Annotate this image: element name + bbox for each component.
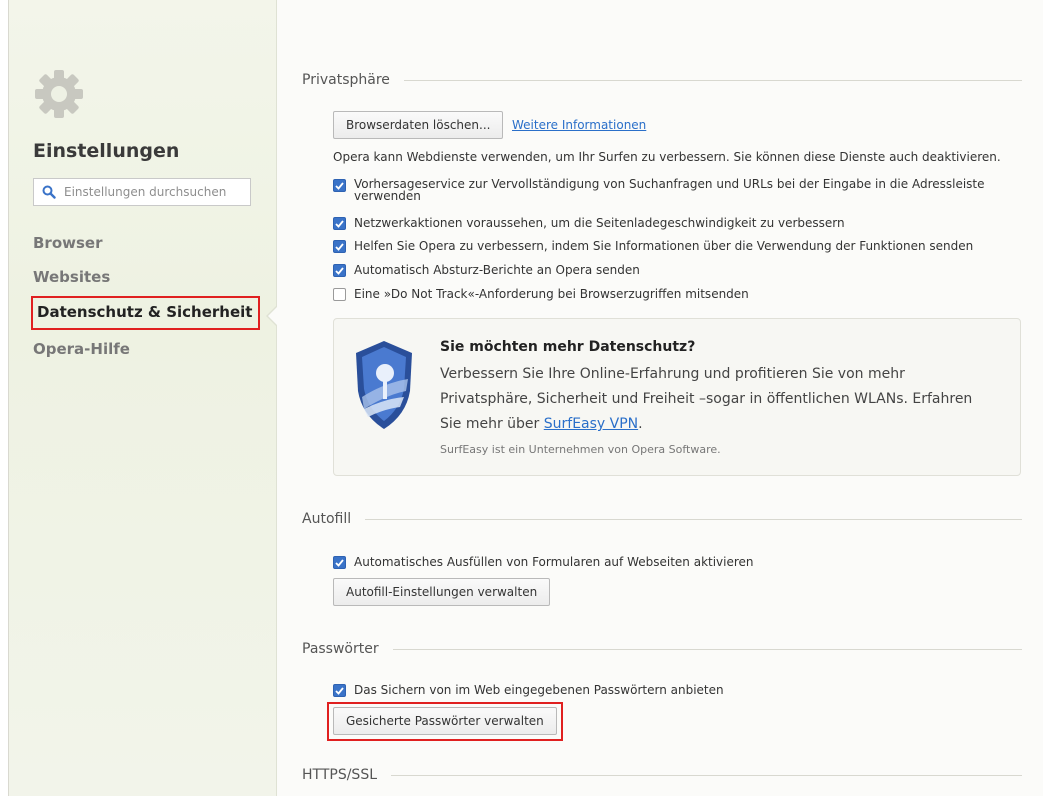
checkbox-checked[interactable] [333, 240, 346, 253]
clear-browsing-data-button[interactable]: Browserdaten löschen... [333, 111, 504, 139]
checkbox-label: Eine »Do Not Track«-Anforderung bei Brow… [354, 287, 749, 301]
gear-icon [35, 70, 83, 118]
checkbox-unchecked[interactable] [333, 288, 346, 301]
checkbox-label: Automatisches Ausfüllen von Formularen a… [354, 555, 754, 569]
checkbox-checked[interactable] [333, 556, 346, 569]
window-frame-left [0, 0, 9, 796]
section-passwords-heading: Passwörter [302, 641, 1022, 657]
section-privacy-heading: Privatsphäre [302, 72, 1022, 88]
promo-text-line: Verbessern Sie Ihre Online-Erfahrung und… [440, 366, 905, 382]
checkbox-checked[interactable] [333, 264, 346, 277]
checkbox-checked[interactable] [333, 684, 346, 697]
search-box[interactable] [33, 178, 251, 206]
sidebar-item-browser[interactable]: Browser [33, 234, 103, 252]
vpn-promo-box: Sie möchten mehr Datenschutz? Verbessern… [333, 318, 1021, 476]
shield-lock-icon [356, 341, 412, 429]
promo-text-line: Privatsphäre, Sicherheit und Freiheit –s… [440, 391, 973, 407]
checkmark-icon [335, 181, 344, 190]
promo-footnote: SurfEasy ist ein Unternehmen von Opera S… [440, 443, 721, 456]
checkbox-row-prediction[interactable]: Vorhersageservice zur Vervollständigung … [333, 178, 985, 202]
checkmark-icon [335, 219, 344, 228]
search-input[interactable] [62, 184, 246, 200]
checkmark-icon [335, 242, 344, 251]
surfeasy-vpn-link[interactable]: SurfEasy VPN [544, 416, 638, 432]
highlight-frame [327, 702, 563, 741]
checkbox-row-autofill[interactable]: Automatisches Ausfüllen von Formularen a… [333, 555, 754, 569]
page-title: Einstellungen [33, 140, 180, 162]
checkbox-row-save-passwords[interactable]: Das Sichern von im Web eingegebenen Pass… [333, 683, 724, 697]
search-icon [42, 185, 56, 199]
sidebar-item-privacy-security[interactable]: Datenschutz & Sicherheit [31, 296, 261, 330]
checkbox-label: Automatisch Absturz-Berichte an Opera se… [354, 263, 640, 277]
section-autofill-heading: Autofill [302, 511, 1022, 527]
sidebar-item-opera-help[interactable]: Opera-Hilfe [33, 340, 130, 358]
manage-autofill-button[interactable]: Autofill-Einstellungen verwalten [333, 578, 551, 606]
sidebar-item-websites[interactable]: Websites [33, 268, 110, 286]
checkbox-row-network-prediction[interactable]: Netzwerkaktionen voraussehen, um die Sei… [333, 216, 845, 230]
checkmark-icon [335, 686, 344, 695]
sidebar: Einstellungen Browser Websites Datenschu… [9, 0, 277, 796]
promo-title: Sie möchten mehr Datenschutz? [440, 339, 696, 355]
section-https-heading: HTTPS/SSL [302, 767, 1022, 783]
promo-text-line: Sie mehr über SurfEasy VPN. [440, 416, 643, 432]
checkbox-checked[interactable] [333, 179, 346, 192]
checkbox-row-crash-reports[interactable]: Automatisch Absturz-Berichte an Opera se… [333, 263, 640, 277]
checkmark-icon [335, 558, 344, 567]
checkbox-label: Netzwerkaktionen voraussehen, um die Sei… [354, 216, 845, 230]
checkbox-label: Das Sichern von im Web eingegebenen Pass… [354, 683, 724, 697]
checkbox-row-do-not-track[interactable]: Eine »Do Not Track«-Anforderung bei Brow… [333, 287, 749, 301]
checkbox-label-cont: verwenden [354, 189, 421, 203]
checkmark-icon [335, 266, 344, 275]
checkbox-label: Vorhersageservice zur Vervollständigung … [354, 177, 985, 191]
checkbox-label: Helfen Sie Opera zu verbessern, indem Si… [354, 239, 974, 253]
checkbox-row-usage-stats[interactable]: Helfen Sie Opera zu verbessern, indem Si… [333, 239, 973, 253]
more-info-link[interactable]: Weitere Informationen [512, 118, 646, 132]
checkbox-checked[interactable] [333, 217, 346, 230]
privacy-intro: Opera kann Webdienste verwenden, um Ihr … [333, 150, 1001, 164]
